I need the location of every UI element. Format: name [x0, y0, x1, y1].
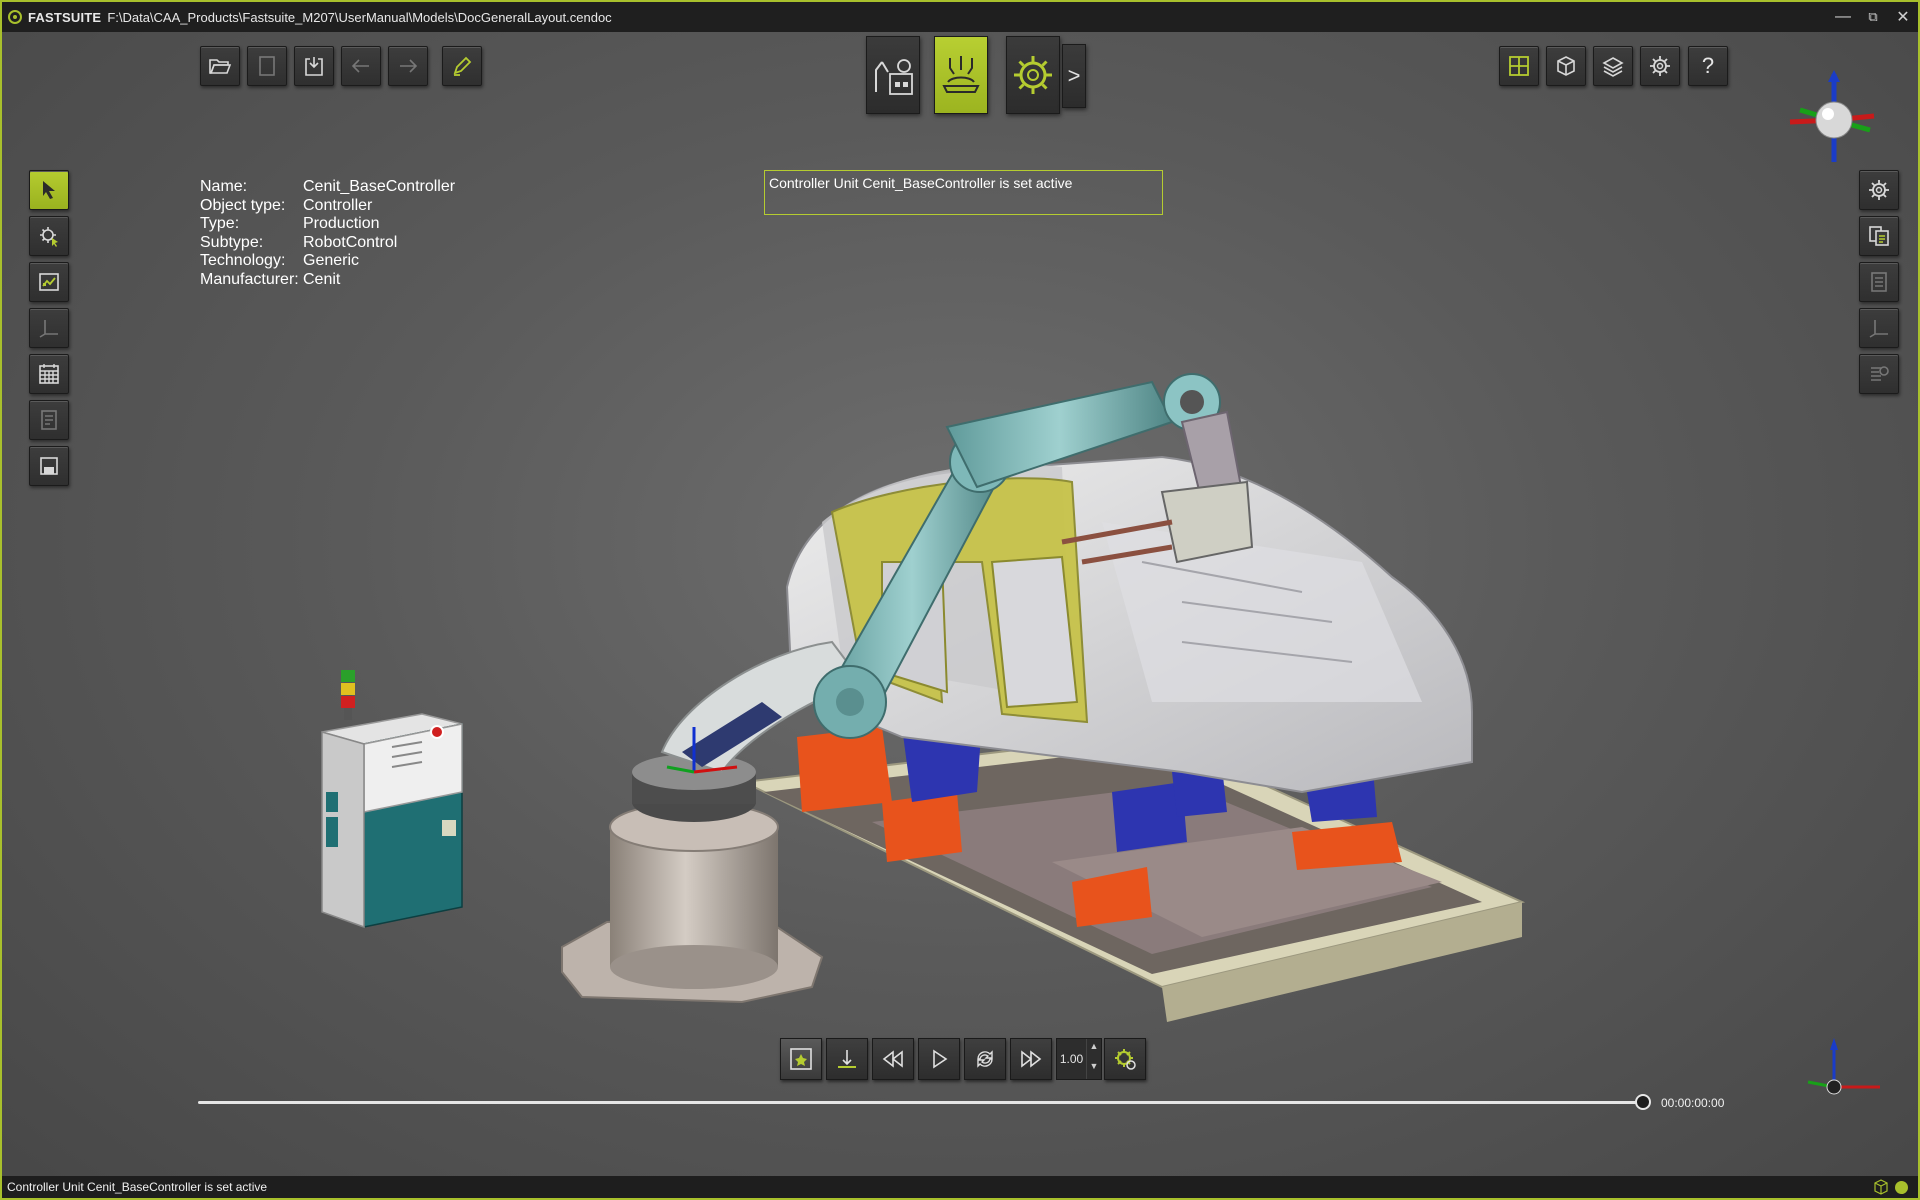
minimize-button[interactable]: —: [1828, 2, 1858, 32]
report-tool-button[interactable]: [29, 400, 69, 440]
undo-arrow-icon: [351, 59, 369, 73]
cube-view-icon: [1557, 56, 1575, 76]
property-row: Technology: Generic: [200, 252, 360, 269]
close-button[interactable]: ✕: [1888, 2, 1918, 32]
new-document-button[interactable]: [247, 46, 287, 86]
timeline-handle[interactable]: [1635, 1094, 1651, 1110]
property-row: Manufacturer: Cenit: [200, 270, 341, 288]
property-row: Name: Cenit_BaseController: [200, 178, 456, 195]
message-box: Controller Unit Cenit_BaseController is …: [764, 170, 1163, 215]
status-text: Controller Unit Cenit_BaseController is …: [7, 1180, 268, 1194]
restore-button[interactable]: ⧉: [1858, 2, 1888, 32]
search-document-icon: [1871, 366, 1889, 381]
save-tool-button[interactable]: [29, 446, 69, 486]
calendar-grid-icon: [39, 364, 59, 384]
help-button[interactable]: ?: [1688, 46, 1728, 86]
more-workbenches-button[interactable]: >: [1062, 44, 1086, 108]
redo-arrow-icon: [400, 59, 418, 73]
app-logo-icon: [8, 10, 22, 24]
layers-button[interactable]: [1593, 46, 1633, 86]
layers-icon: [1602, 57, 1624, 77]
app-name: FASTSUITE: [28, 9, 102, 25]
pencil-icon: [453, 56, 472, 76]
object-properties: Name: Cenit_BaseController Object type: Co…: [200, 178, 455, 289]
undo-button[interactable]: [341, 46, 381, 86]
app-window: FASTSUITE F:\Data\CAA_Products\Fastsuite…: [0, 0, 1920, 1200]
chevron-up-icon[interactable]: ▲: [1090, 1039, 1099, 1059]
import-button[interactable]: [294, 46, 334, 86]
report-icon: [41, 410, 57, 430]
copy-documents-icon: [1869, 226, 1889, 246]
rewind-button[interactable]: [872, 1038, 914, 1080]
play-icon: [933, 1049, 948, 1069]
gear-settings-icon: [1014, 56, 1052, 94]
speed-value: 1.00: [1059, 1052, 1084, 1066]
help-icon: ?: [1701, 53, 1715, 78]
robot-layout-icon: [875, 59, 913, 95]
tool-path-icon: [838, 1050, 856, 1068]
status-bar: Controller Unit Cenit_BaseController is …: [2, 1176, 1918, 1198]
speed-stepper[interactable]: ▲ ▼: [1086, 1039, 1101, 1079]
search-document-button[interactable]: [1859, 354, 1899, 394]
right-settings-button[interactable]: [1859, 170, 1899, 210]
property-row: Type: Production: [200, 215, 380, 232]
status-ok-indicator: [1895, 1180, 1908, 1194]
loop-icon: [977, 1050, 993, 1068]
right-axis-button[interactable]: [1859, 308, 1899, 348]
simulation-settings-button[interactable]: [1104, 1038, 1146, 1080]
document-view-button[interactable]: [1859, 262, 1899, 302]
select-tool-button[interactable]: [29, 170, 69, 210]
calendar-tool-button[interactable]: [29, 354, 69, 394]
loop-button[interactable]: [964, 1038, 1006, 1080]
rewind-icon: [882, 1050, 903, 1068]
settings-button[interactable]: [1640, 46, 1680, 86]
timeline-track[interactable]: [198, 1101, 1644, 1104]
process-station-icon: [942, 56, 980, 93]
workbench-robot-layout[interactable]: [866, 36, 920, 114]
viewport-layout-button[interactable]: [1499, 46, 1539, 86]
cube-status-icon: [1874, 1179, 1888, 1195]
workbench-process-station[interactable]: [934, 36, 988, 114]
status-indicators: [1873, 1179, 1908, 1195]
save-icon: [40, 457, 58, 475]
import-icon: [305, 57, 323, 76]
document-lines-icon: [1871, 272, 1887, 292]
open-file-button[interactable]: [200, 46, 240, 86]
title-bar: FASTSUITE F:\Data\CAA_Products\Fastsuite…: [2, 2, 1918, 32]
chart-tool-button[interactable]: [29, 262, 69, 302]
tool-path-button[interactable]: [826, 1038, 868, 1080]
configure-tool-button[interactable]: [29, 216, 69, 256]
workbench-settings[interactable]: [1006, 36, 1060, 114]
axis-icon: [39, 320, 58, 338]
axis-icon: [1869, 320, 1888, 338]
chevron-down-icon[interactable]: ▼: [1090, 1059, 1099, 1079]
folder-open-icon: [209, 59, 232, 74]
fast-forward-button[interactable]: [1010, 1038, 1052, 1080]
simulation-mode-icon: [790, 1048, 812, 1070]
view-cube-button[interactable]: [1546, 46, 1586, 86]
grid-layout-icon: [1509, 56, 1529, 76]
document-icon: [259, 56, 275, 76]
copy-documents-button[interactable]: [1859, 216, 1899, 256]
speed-spinbox[interactable]: 1.00 ▲ ▼: [1056, 1038, 1102, 1080]
gear-icon: [1869, 180, 1889, 200]
gear-icon: [1115, 1049, 1136, 1070]
gear-icon: [1650, 56, 1670, 76]
simulation-mode-button[interactable]: [780, 1038, 822, 1080]
play-button[interactable]: [918, 1038, 960, 1080]
fast-forward-icon: [1021, 1050, 1042, 1068]
chart-icon: [39, 273, 59, 291]
file-path: F:\Data\CAA_Products\Fastsuite_M207\User…: [107, 9, 612, 25]
axis-tool-button[interactable]: [29, 308, 69, 348]
redo-button[interactable]: [388, 46, 428, 86]
edit-button[interactable]: [442, 46, 482, 86]
property-row: Object type: Controller: [200, 196, 373, 214]
window-controls: — ⧉ ✕: [1828, 2, 1918, 32]
property-row: Subtype: RobotControl: [200, 233, 398, 251]
gear-cursor-icon: [40, 227, 58, 247]
cursor-arrow-icon: [43, 181, 55, 199]
timecode: 00:00:00:00: [1661, 1096, 1725, 1110]
